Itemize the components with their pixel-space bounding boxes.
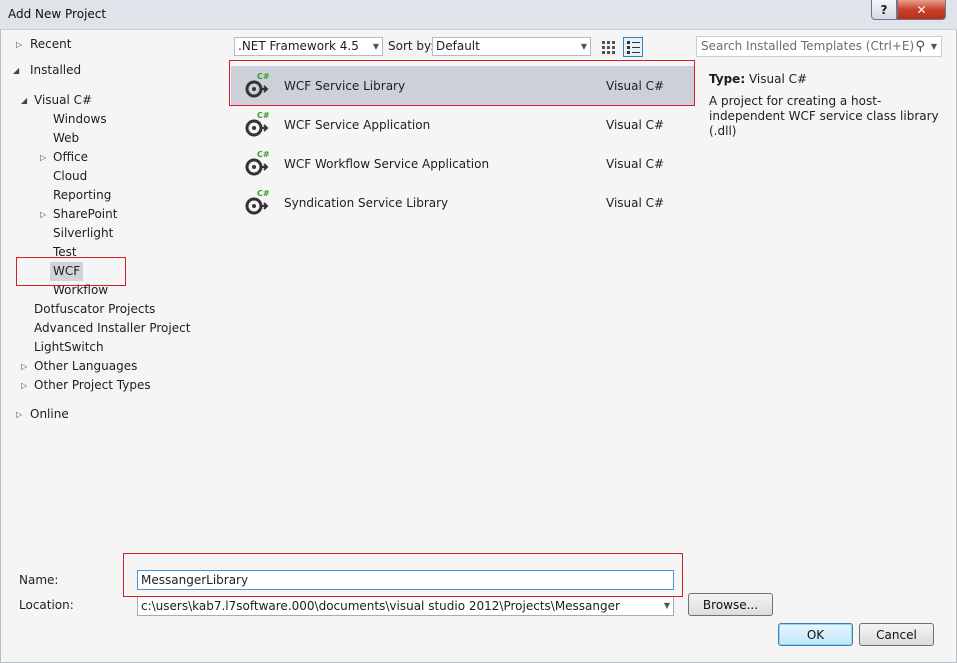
- tree-item-lightswitch[interactable]: LightSwitch: [34, 338, 104, 357]
- wcf-service-icon: C#: [245, 111, 269, 137]
- list-view-icon: [627, 41, 640, 54]
- location-label: Location:: [19, 598, 74, 612]
- tree-item-label: Installed: [30, 63, 82, 77]
- expand-arrow-icon: ▷: [40, 210, 47, 219]
- svg-text:C#: C#: [257, 189, 269, 198]
- framework-value: .NET Framework 4.5: [238, 39, 359, 53]
- tree-item-label: Visual C#: [34, 93, 93, 107]
- location-combo[interactable]: c:\users\kab7.l7software.000\documents\v…: [137, 596, 674, 616]
- tree-item-label: SharePoint: [53, 207, 118, 221]
- location-value: c:\users\kab7.l7software.000\documents\v…: [141, 599, 620, 613]
- collapse-arrow-icon: ◢: [13, 66, 20, 75]
- search-placeholder: Search Installed Templates (Ctrl+E): [701, 39, 915, 53]
- expand-arrow-icon: ▷: [21, 381, 28, 390]
- type-line: Type: Visual C#: [709, 72, 807, 86]
- type-label: Type:: [709, 72, 746, 86]
- template-language: Visual C#: [606, 79, 665, 93]
- wcf-service-icon: C#: [245, 150, 269, 176]
- help-button[interactable]: ?: [871, 0, 897, 20]
- tree-item-workflow[interactable]: Workflow: [53, 281, 108, 300]
- svg-text:C#: C#: [257, 111, 269, 120]
- tree-item-label: Office: [53, 150, 89, 164]
- small-icons-view-button[interactable]: [623, 37, 643, 57]
- tree-item-reporting[interactable]: Reporting: [53, 186, 111, 205]
- medium-icons-view-button[interactable]: [598, 37, 618, 57]
- wcf-service-icon: C#: [245, 189, 269, 215]
- template-name: WCF Service Library: [284, 79, 406, 93]
- name-input[interactable]: MessangerLibrary: [137, 570, 674, 590]
- template-language: Visual C#: [606, 157, 665, 171]
- tree-item-test[interactable]: Test: [53, 243, 77, 262]
- window-title: Add New Project: [8, 7, 107, 21]
- svg-text:C#: C#: [257, 150, 269, 159]
- tree-item-web[interactable]: Web: [53, 129, 79, 148]
- tree-item-label: Online: [30, 407, 69, 421]
- expand-arrow-icon: ▷: [21, 362, 28, 371]
- template-language: Visual C#: [606, 118, 665, 132]
- template-list: C# WCF Service Library Visual C# C# WCF …: [231, 61, 695, 551]
- template-language: Visual C#: [606, 196, 665, 210]
- sort-label: Sort by:: [388, 39, 435, 53]
- template-name: Syndication Service Library: [284, 196, 449, 210]
- tree-item-label: Other Project Types: [34, 378, 151, 392]
- template-description: A project for creating a host-independen…: [709, 94, 939, 138]
- collapse-arrow-icon: ◢: [21, 96, 28, 105]
- template-item[interactable]: C# WCF Service Library Visual C#: [231, 66, 695, 105]
- grid-view-icon: [602, 41, 615, 54]
- name-label: Name:: [19, 573, 59, 587]
- cancel-button[interactable]: Cancel: [859, 623, 934, 646]
- template-name: WCF Workflow Service Application: [284, 157, 490, 171]
- tree-item-silverlight[interactable]: Silverlight: [53, 224, 113, 243]
- sort-select[interactable]: Default ▼: [432, 37, 591, 56]
- type-value: Visual C#: [748, 72, 808, 86]
- tree-item-wcf[interactable]: WCF: [50, 262, 84, 281]
- expand-arrow-icon: ▷: [16, 40, 23, 49]
- browse-button[interactable]: Browse...: [688, 593, 773, 616]
- template-item[interactable]: C# WCF Workflow Service Application Visu…: [231, 144, 695, 183]
- sort-value: Default: [436, 39, 480, 53]
- template-item[interactable]: C# Syndication Service Library Visual C#: [231, 183, 695, 222]
- close-icon: ✕: [916, 2, 927, 17]
- tree-item-cloud[interactable]: Cloud: [53, 167, 87, 186]
- tree-item-advanced-installer[interactable]: Advanced Installer Project: [34, 319, 190, 338]
- wcf-service-icon: C#: [245, 72, 269, 98]
- template-item[interactable]: C# WCF Service Application Visual C#: [231, 105, 695, 144]
- svg-text:C#: C#: [257, 72, 269, 81]
- tree-item-label: Other Languages: [34, 359, 138, 373]
- title-bar: Add New Project ? ✕: [0, 0, 957, 30]
- template-name: WCF Service Application: [284, 118, 431, 132]
- search-icon: ⚲: [915, 39, 925, 54]
- framework-select[interactable]: .NET Framework 4.5 ▼: [234, 37, 383, 56]
- chevron-down-icon: ▼: [372, 42, 379, 51]
- chevron-down-icon: ▼: [580, 42, 587, 51]
- search-input[interactable]: Search Installed Templates (Ctrl+E) ⚲ ▼: [696, 36, 942, 57]
- tree-item-label: Recent: [30, 37, 72, 51]
- chevron-down-icon: ▼: [930, 42, 937, 51]
- tree-item-windows[interactable]: Windows: [53, 110, 107, 129]
- template-details: Type: Visual C# A project for creating a…: [696, 61, 946, 551]
- expand-arrow-icon: ▷: [16, 410, 23, 419]
- tree-item-dotfuscator[interactable]: Dotfuscator Projects: [34, 300, 155, 319]
- help-icon: ?: [880, 2, 888, 17]
- chevron-down-icon: ▼: [663, 601, 670, 610]
- expand-arrow-icon: ▷: [40, 153, 47, 162]
- close-button[interactable]: ✕: [897, 0, 946, 20]
- ok-button[interactable]: OK: [778, 623, 853, 646]
